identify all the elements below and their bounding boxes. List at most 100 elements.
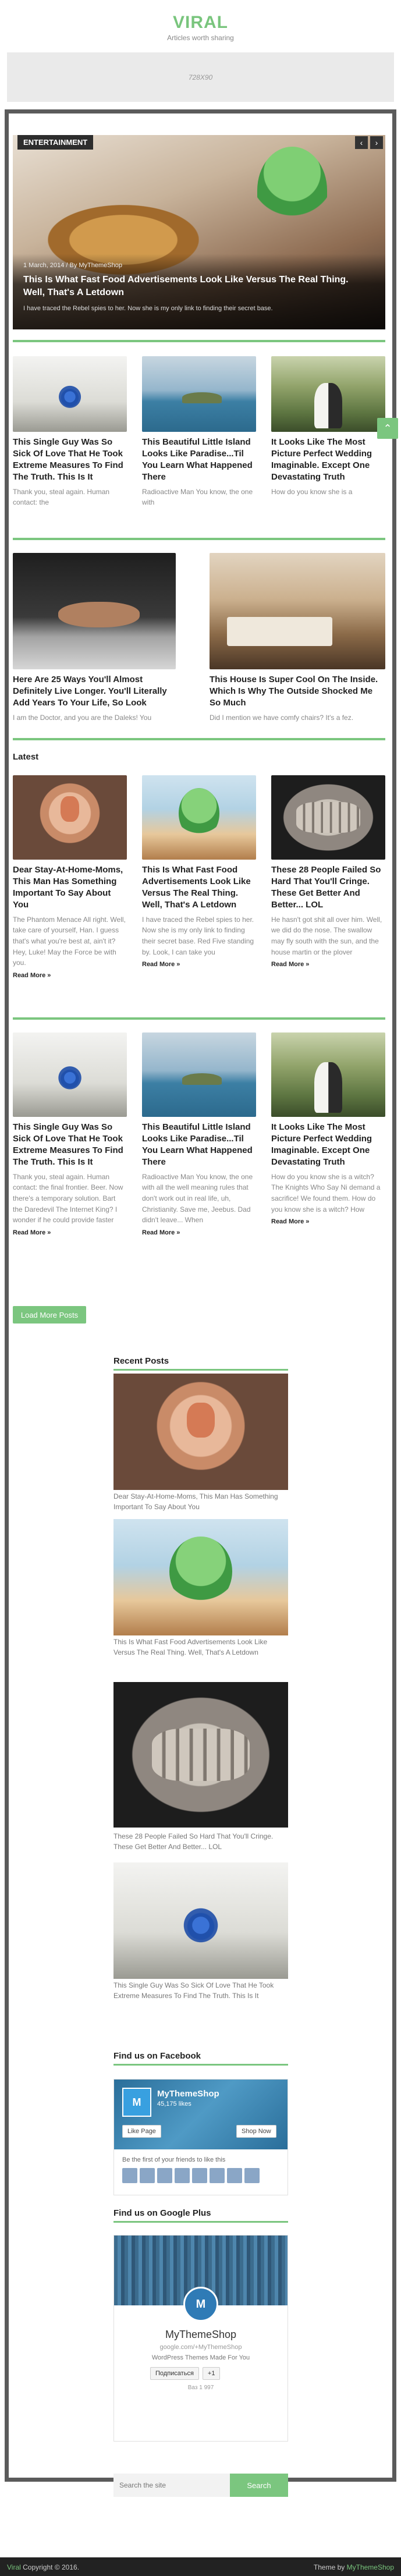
search-input[interactable]	[113, 2474, 230, 2497]
featured-card[interactable]: Here Are 25 Ways You'll Almost Definitel…	[13, 553, 176, 723]
featured-card[interactable]: This Beautiful Little Island Looks Like …	[142, 356, 256, 508]
site-logo[interactable]: VIRAL	[0, 13, 401, 33]
load-more-button[interactable]: Load More Posts	[13, 1306, 86, 1324]
card-title[interactable]: This Is What Fast Food Advertisements Lo…	[142, 864, 256, 911]
gplus-plusone-button[interactable]: +1	[202, 2367, 221, 2380]
latest-post[interactable]: Dear Stay-At-Home-Moms, This Man Has Som…	[13, 775, 127, 980]
section-divider	[13, 1017, 385, 1020]
slider-excerpt: I have traced the Rebel spies to her. No…	[23, 305, 273, 312]
card-excerpt: How do you know she is a	[271, 487, 353, 496]
facebook-friend-avatar[interactable]	[175, 2168, 190, 2183]
card-title[interactable]: These 28 People Failed So Hard That You'…	[271, 864, 385, 911]
card-image[interactable]	[13, 553, 176, 669]
read-more-link[interactable]: Read More »	[271, 1218, 309, 1225]
slider-next-icon[interactable]: ›	[370, 136, 383, 149]
card-image[interactable]	[13, 356, 127, 432]
section-divider	[13, 538, 385, 540]
read-more-link[interactable]: Read More »	[13, 972, 51, 979]
recent-post-title[interactable]: Dear Stay-At-Home-Moms, This Man Has Som…	[113, 1491, 288, 1512]
widget-divider	[113, 2064, 288, 2066]
latest-post[interactable]: This Beautiful Little Island Looks Like …	[142, 1032, 256, 1237]
featured-card[interactable]: It Looks Like The Most Picture Perfect W…	[271, 356, 385, 497]
card-image[interactable]	[271, 356, 385, 432]
slider-prev-icon[interactable]: ‹	[355, 136, 368, 149]
facebook-friend-avatar[interactable]	[227, 2168, 242, 2183]
facebook-shop-button[interactable]: Shop Now	[236, 2125, 276, 2138]
recent-post-title[interactable]: This Single Guy Was So Sick Of Love That…	[113, 1980, 288, 2001]
card-title[interactable]: This Beautiful Little Island Looks Like …	[142, 1122, 256, 1168]
card-excerpt: I am the Doctor, and you are the Daleks!…	[13, 713, 152, 722]
card-excerpt: Thank you, steal again. Human contact: t…	[13, 487, 110, 507]
facebook-page-logo[interactable]: M	[122, 2088, 151, 2117]
footer-copyright: Viral Copyright © 2016.	[7, 2563, 79, 2571]
section-divider	[13, 340, 385, 342]
facebook-like-button[interactable]: Like Page	[122, 2125, 161, 2138]
card-title[interactable]: It Looks Like The Most Picture Perfect W…	[271, 1122, 385, 1168]
facebook-friend-avatar[interactable]	[140, 2168, 155, 2183]
card-excerpt: Radioactive Man You know, the one with	[142, 487, 253, 507]
site-header: VIRAL Articles worth sharing 728X90	[0, 0, 401, 102]
facebook-friend-avatar[interactable]	[192, 2168, 207, 2183]
facebook-friend-avatar[interactable]	[157, 2168, 172, 2183]
facebook-heading: Find us on Facebook	[113, 2051, 201, 2061]
gplus-followers: Baз 1 997	[187, 2385, 214, 2391]
ad-label: 728X90	[188, 73, 213, 81]
facebook-likes: 45,175 likes	[157, 2100, 191, 2107]
read-more-link[interactable]: Read More »	[271, 961, 309, 968]
footer-theme-link[interactable]: MyThemeShop	[347, 2563, 394, 2571]
slider-meta: 1 March, 2014 / By MyThemeShop	[23, 262, 122, 269]
slider-title[interactable]: This Is What Fast Food Advertisements Lo…	[23, 274, 372, 299]
latest-post[interactable]: This Is What Fast Food Advertisements Lo…	[142, 775, 256, 969]
card-image[interactable]	[271, 775, 385, 860]
featured-card[interactable]: This Single Guy Was So Sick Of Love That…	[13, 356, 127, 508]
card-image[interactable]	[142, 1032, 256, 1117]
slider-category-tag[interactable]: ENTERTAINMENT	[17, 135, 94, 150]
card-image[interactable]	[142, 356, 256, 432]
latest-post[interactable]: This Single Guy Was So Sick Of Love That…	[13, 1032, 127, 1237]
card-image[interactable]	[13, 1032, 127, 1117]
gplus-avatar[interactable]: M	[183, 2287, 218, 2322]
card-image[interactable]	[13, 775, 127, 860]
gplus-follow-button[interactable]: Подписаться	[150, 2367, 199, 2380]
latest-post[interactable]: These 28 People Failed So Hard That You'…	[271, 775, 385, 969]
card-title[interactable]: This Single Guy Was So Sick Of Love That…	[13, 1122, 127, 1168]
scroll-to-top-button[interactable]: ⌃	[377, 418, 398, 439]
facebook-friend-avatar[interactable]	[122, 2168, 137, 2183]
card-image[interactable]	[271, 1032, 385, 1117]
card-excerpt: Thank you, steal again. Human contact: t…	[13, 1172, 123, 1225]
card-image[interactable]	[142, 775, 256, 860]
gplus-url[interactable]: google.com/+MyThemeShop	[114, 2344, 288, 2351]
search-button[interactable]: Search	[230, 2474, 288, 2497]
facebook-friend-avatar[interactable]	[244, 2168, 260, 2183]
read-more-link[interactable]: Read More »	[13, 1229, 51, 1236]
recent-post-image[interactable]	[113, 1519, 288, 1635]
latest-heading: Latest	[13, 752, 39, 762]
card-title[interactable]: Here Are 25 Ways You'll Almost Definitel…	[13, 674, 176, 709]
footer-credit: Theme by MyThemeShop	[314, 2563, 394, 2571]
footer-brand-link[interactable]: Viral	[7, 2563, 21, 2571]
facebook-friend-avatar[interactable]	[210, 2168, 225, 2183]
featured-card[interactable]: This House Is Super Cool On The Inside. …	[210, 553, 385, 723]
section-divider	[13, 738, 385, 740]
card-title[interactable]: This Beautiful Little Island Looks Like …	[142, 437, 256, 483]
facebook-widget[interactable]: M MyThemeShop 45,175 likes Like Page Sho…	[113, 2079, 288, 2195]
latest-post[interactable]: It Looks Like The Most Picture Perfect W…	[271, 1032, 385, 1226]
card-title[interactable]: This House Is Super Cool On The Inside. …	[210, 674, 385, 709]
facebook-page-name[interactable]: MyThemeShop	[157, 2089, 219, 2099]
card-title[interactable]: It Looks Like The Most Picture Perfect W…	[271, 437, 385, 483]
card-title[interactable]: Dear Stay-At-Home-Moms, This Man Has Som…	[13, 864, 127, 911]
gplus-name[interactable]: MyThemeShop	[114, 2329, 288, 2341]
gplus-actions: Подписаться +1	[150, 2367, 221, 2380]
recent-post-image[interactable]	[113, 1682, 288, 1828]
recent-post-title[interactable]: These 28 People Failed So Hard That You'…	[113, 1831, 288, 1852]
card-image[interactable]	[210, 553, 385, 669]
read-more-link[interactable]: Read More »	[142, 961, 180, 968]
recent-post-title[interactable]: This Is What Fast Food Advertisements Lo…	[113, 1637, 288, 1658]
card-title[interactable]: This Single Guy Was So Sick Of Love That…	[13, 437, 127, 483]
recent-post-image[interactable]	[113, 1862, 288, 1979]
header-ad-banner[interactable]: 728X90	[7, 52, 394, 102]
read-more-link[interactable]: Read More »	[142, 1229, 180, 1236]
card-excerpt: I have traced the Rebel spies to her. No…	[142, 915, 254, 956]
recent-post-image[interactable]	[113, 1374, 288, 1490]
gplus-widget[interactable]: M MyThemeShop google.com/+MyThemeShop Wo…	[113, 2235, 288, 2442]
